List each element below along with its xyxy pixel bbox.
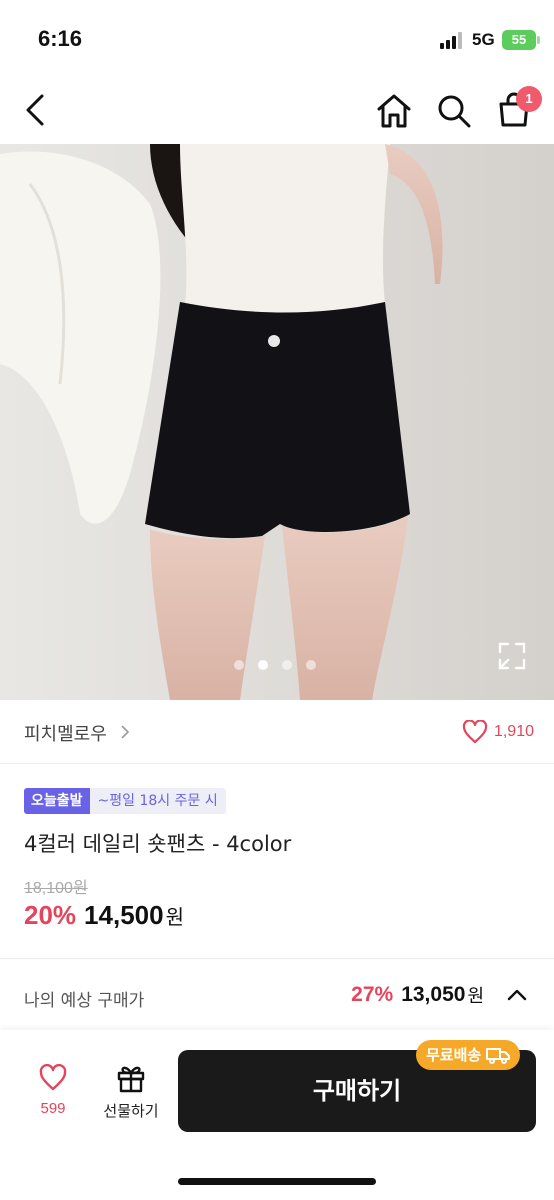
product-photo bbox=[0, 144, 554, 700]
expected-price-label: 나의 예상 구매가 bbox=[24, 991, 145, 1011]
wishlist-count: 599 bbox=[40, 1100, 66, 1117]
expected-price-row[interactable]: 나의 예상 구매가 27% 13,050 원 bbox=[0, 960, 554, 1030]
carousel-dot[interactable] bbox=[306, 660, 316, 670]
gift-icon bbox=[117, 1066, 145, 1093]
original-price: 18,100원 bbox=[24, 880, 88, 897]
price-row: 20% 14,500 원 bbox=[24, 900, 184, 931]
chevron-right-icon bbox=[121, 725, 130, 739]
carousel-dot[interactable] bbox=[234, 660, 244, 670]
home-icon[interactable] bbox=[374, 92, 414, 130]
signal-icon bbox=[440, 32, 462, 49]
free-shipping-label: 무료배송 bbox=[426, 1046, 482, 1064]
free-shipping-badge: 무료배송 bbox=[416, 1040, 521, 1070]
home-indicator bbox=[178, 1178, 376, 1185]
carousel-dot[interactable] bbox=[282, 660, 292, 670]
product-image[interactable] bbox=[0, 144, 554, 700]
carousel-dot-active[interactable] bbox=[258, 660, 268, 670]
chevron-left-icon[interactable] bbox=[22, 92, 52, 128]
brand-name[interactable]: 피치멜로우 bbox=[24, 720, 107, 746]
brand-row[interactable]: 피치멜로우 1,910 bbox=[0, 700, 554, 764]
search-icon[interactable] bbox=[434, 92, 474, 130]
cart-count-badge: 1 bbox=[516, 86, 542, 112]
network-type: 5G bbox=[472, 30, 495, 49]
expected-price: 13,050 bbox=[401, 983, 466, 1006]
chevron-up-icon[interactable] bbox=[506, 988, 528, 1002]
nav-bar bbox=[0, 78, 554, 144]
status-time: 6:16 bbox=[38, 26, 83, 51]
battery-tip bbox=[537, 36, 540, 44]
expand-icon[interactable] bbox=[496, 640, 528, 672]
badge-today-shipping: 오늘출발 bbox=[24, 788, 90, 814]
sale-price: 14,500 bbox=[84, 900, 164, 930]
currency-unit: 원 bbox=[165, 905, 184, 929]
expected-price-summary: 27% 13,050 원 bbox=[351, 982, 528, 1008]
status-bar: 6:16 5G 55 bbox=[0, 0, 554, 78]
expected-currency: 원 bbox=[467, 986, 484, 1007]
discount-rate: 20% bbox=[24, 900, 77, 930]
brand-like-count: 1,910 bbox=[493, 723, 534, 740]
badge-order-cutoff: ~평일 18시 주문 시 bbox=[89, 788, 226, 814]
truck-icon bbox=[486, 1048, 511, 1064]
divider bbox=[0, 958, 554, 959]
bottom-action-bar: 599 선물하기 구매하기 무료배송 bbox=[0, 1030, 554, 1200]
battery-icon: 55 bbox=[502, 30, 536, 50]
gift-label: 선물하기 bbox=[103, 1102, 159, 1120]
heart-icon bbox=[39, 1064, 67, 1091]
product-title: 4컬러 데일리 숏팬츠 - 4color bbox=[24, 832, 292, 856]
carousel-dots bbox=[234, 660, 316, 672]
expected-discount: 27% bbox=[351, 983, 394, 1006]
gift-button[interactable]: 선물하기 bbox=[94, 1062, 168, 1128]
heart-icon bbox=[462, 720, 488, 744]
wishlist-button[interactable]: 599 bbox=[22, 1064, 84, 1128]
brand-like-button[interactable]: 1,910 bbox=[462, 720, 534, 744]
delivery-badge: 오늘출발 ~평일 18시 주문 시 bbox=[24, 788, 226, 814]
